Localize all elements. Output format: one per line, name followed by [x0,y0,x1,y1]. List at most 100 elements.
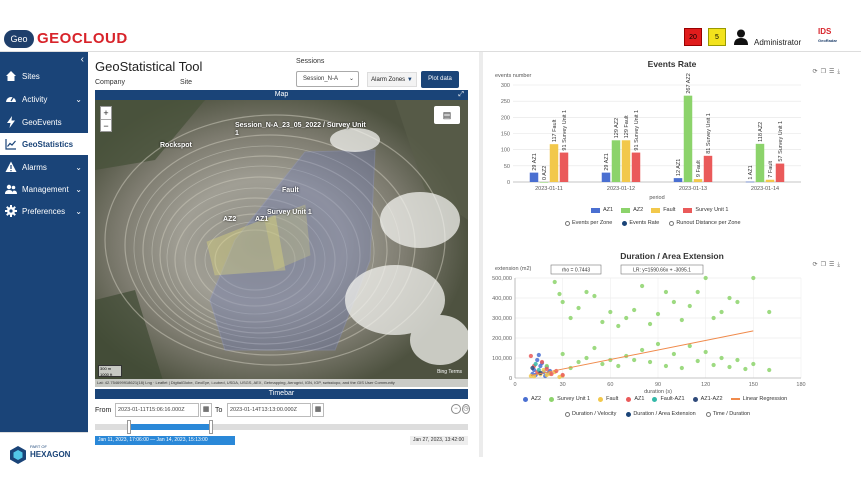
legend-item[interactable]: Fault-AZ1 [652,396,685,402]
user-name[interactable]: Administrator [754,38,801,47]
user-icon[interactable] [734,29,748,45]
legend-item[interactable]: Survey Unit 1 [683,207,728,213]
legend-label: AZ1 [603,207,614,213]
chevron-down-icon: ⌄ [75,184,82,194]
map-imagery[interactable] [95,100,468,387]
bar [539,182,549,183]
bar [621,140,631,182]
sidebar-item-geostatistics[interactable]: GeoStatistics [0,133,88,155]
bar [529,172,539,182]
calendar-icon[interactable]: ▦ [200,403,212,417]
alarm-zones-button[interactable]: Alarm Zones ▼ [367,72,417,87]
plot-data-button[interactable]: Plot data [421,71,459,88]
bar [601,172,611,182]
legend-item[interactable]: AZ1-AZ2 [692,396,723,402]
red-alarm-badge[interactable]: 20 [684,28,702,46]
yellow-alarm-badge[interactable]: 5 [708,28,726,46]
sidebar-item-geoevents[interactable]: GeoEvents [0,111,88,133]
zoom-in-button[interactable]: + [101,107,111,119]
scatter-point [655,311,661,317]
radio-runout-distance[interactable]: Runout Distance per Zone [669,220,741,226]
expand-icon[interactable]: ⤢ [458,90,464,100]
ids-logo-sub: GeoRadar [818,38,838,43]
timebar-slider-selection[interactable] [128,424,211,430]
bing-terms-link[interactable]: Bing Terms [437,369,462,375]
bar-value-label: 0 AZ2 [542,166,548,180]
legend-label: AZ1-AZ2 [700,396,723,402]
bar-value-label: 129 AZ2 [614,118,620,139]
geo-logo-badge[interactable]: Geo [4,30,34,48]
sidebar-item-management[interactable]: Management ⌄ [0,178,88,200]
radio-circle [622,220,628,226]
bolt-icon [7,116,15,128]
top-bar: Geo GEOCLOUD · · · · 20 5 Administrator … [0,0,861,52]
y-tick-label: 100,000 [492,356,512,362]
events-rate-chart[interactable]: events number 0 50 100 150 200 250 300 29 AZ1 0 A… [483,72,861,204]
bar [755,143,765,182]
sessions-select[interactable]: Session_N-A ⌄ [296,71,359,87]
radio-time-duration[interactable]: Time / Duration [705,411,750,417]
bar-value-label: 7 Fault [768,160,774,177]
events-rate-legend: AZ1 AZ2 Fault Survey Unit 1 [591,207,728,213]
calendar-icon[interactable]: ▦ [312,403,324,417]
scatter-point [560,351,565,357]
y-axis-title: events number [495,73,532,79]
legend-item[interactable]: AZ1 [626,396,644,402]
radio-duration-velocity[interactable]: Duration / Velocity [565,411,616,417]
timebar-start-handle[interactable] [126,420,131,434]
scatter-point [703,275,708,281]
warning-icon [5,161,17,172]
legend-item[interactable]: AZ1 [591,207,613,213]
y-tick-label: 200,000 [492,336,512,342]
to-date-input[interactable]: 2023-01-14T13:13:00.000Z [227,403,311,417]
satellite-map[interactable]: + − ▤ Session_N-A_23_05_2022 / Survey Uni… [95,100,468,387]
scatter-point [679,365,684,371]
radio-label: Runout Distance per Zone [676,220,741,226]
layers-icon[interactable]: ▤ [434,106,460,124]
sidebar-item-label: Management [22,184,69,194]
duration-area-chart[interactable]: extension (m2) 0 100,000 200,000 300,000 400,… [483,262,861,394]
sidebar-item-activity[interactable]: Activity ⌄ [0,88,88,110]
timebar-end-handle[interactable] [208,420,213,434]
zoom-control[interactable]: + − [100,106,112,132]
bar-value-label: 1 AZ1 [748,165,754,179]
chevron-down-icon: ⌄ [75,94,82,104]
radio-events-rate[interactable]: Events Rate [622,220,659,226]
duration-mode-radios: Duration / Velocity Duration / Area Exte… [565,411,750,417]
sidebar-item-sites[interactable]: Sites [0,65,88,87]
y-tick-label: 50 [504,164,510,170]
collapse-icon[interactable]: ‹ [81,54,84,65]
legend-swatch [651,207,661,213]
radio-events-per-zone[interactable]: Events per Zone [565,220,612,226]
scatter-point [530,365,535,371]
x-tick-label: 60 [607,382,613,388]
legend-swatch [652,396,658,402]
from-date-input[interactable]: 2023-01-11T15:06:16.000Z [115,403,199,417]
zoom-out-time-icon[interactable]: − [451,404,461,414]
geostatistical-tool-panel: GeoStatistical Tool Company Site Session… [88,52,475,457]
bar [775,163,785,182]
scatter-point [735,357,740,363]
legend-item[interactable]: AZ2 [523,396,541,402]
bar-value-label: 29 AZ1 [604,153,610,170]
legend-item[interactable]: Linear Regression [730,396,788,402]
legend-item[interactable]: Fault [598,396,618,402]
bar-value-label: 29 AZ1 [532,153,538,170]
legend-label: Linear Regression [742,396,788,402]
legend-item[interactable]: AZ2 [621,207,643,213]
users-icon [5,184,17,194]
scatter-point [557,291,562,297]
legend-item[interactable]: Survey Unit 1 [549,396,590,402]
clock-icon[interactable]: ◷ [462,404,470,414]
legend-label: AZ2 [531,396,542,402]
geocloud-logo[interactable]: GEOCLOUD [37,30,128,47]
scatter-point [663,363,669,369]
radio-duration-area[interactable]: Duration / Area Extension [626,411,696,417]
zoom-out-button[interactable]: − [101,119,111,132]
sidebar-item-preferences[interactable]: Preferences ⌄ [0,200,88,222]
legend-item[interactable]: Fault [651,207,675,213]
sidebar-item-alarms[interactable]: Alarms ⌄ [0,156,88,178]
scatter-point [767,309,772,315]
bar [611,140,621,182]
scatter-point [695,289,700,295]
